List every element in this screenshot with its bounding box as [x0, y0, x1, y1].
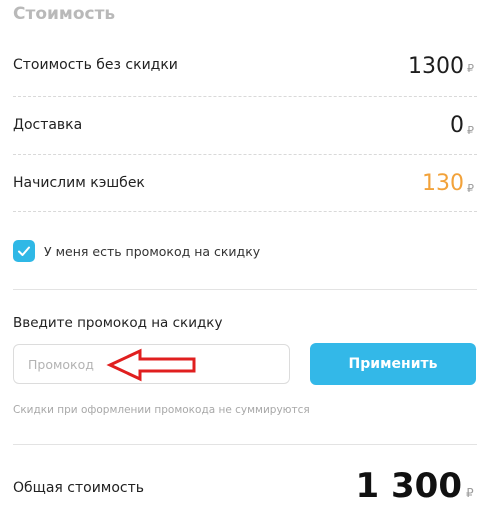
- row-divider: [13, 211, 477, 212]
- promo-note: Скидки при оформлении промокода не сумми…: [13, 404, 310, 416]
- row-label-cashback: Начислим кэшбек: [13, 175, 145, 191]
- promo-title: Введите промокод на скидку: [13, 315, 223, 331]
- promo-checkbox[interactable]: [13, 240, 35, 262]
- ruble-sign: ₽: [467, 62, 474, 75]
- row-value-delivery: 0: [450, 113, 464, 138]
- row-label-price: Стоимость без скидки: [13, 57, 178, 73]
- ruble-sign: ₽: [466, 486, 474, 500]
- row-divider: [13, 96, 477, 97]
- checkmark-icon: [18, 246, 30, 256]
- row-value-price: 1300: [408, 54, 464, 79]
- total-label: Общая стоимость: [13, 480, 145, 496]
- ruble-sign: ₽: [467, 182, 474, 195]
- promo-checkbox-label[interactable]: У меня есть промокод на скидку: [44, 244, 260, 259]
- row-value-cashback: 130: [422, 171, 464, 196]
- section-title: Стоимость: [13, 4, 116, 24]
- arrow-left-icon: [106, 348, 196, 382]
- row-label-delivery: Доставка: [13, 117, 83, 133]
- total-value: 1 300: [355, 466, 462, 506]
- section-divider: [13, 289, 477, 290]
- apply-promo-button[interactable]: Применить: [310, 343, 476, 385]
- row-divider: [13, 154, 477, 155]
- ruble-sign: ₽: [467, 124, 474, 137]
- section-divider: [13, 444, 477, 445]
